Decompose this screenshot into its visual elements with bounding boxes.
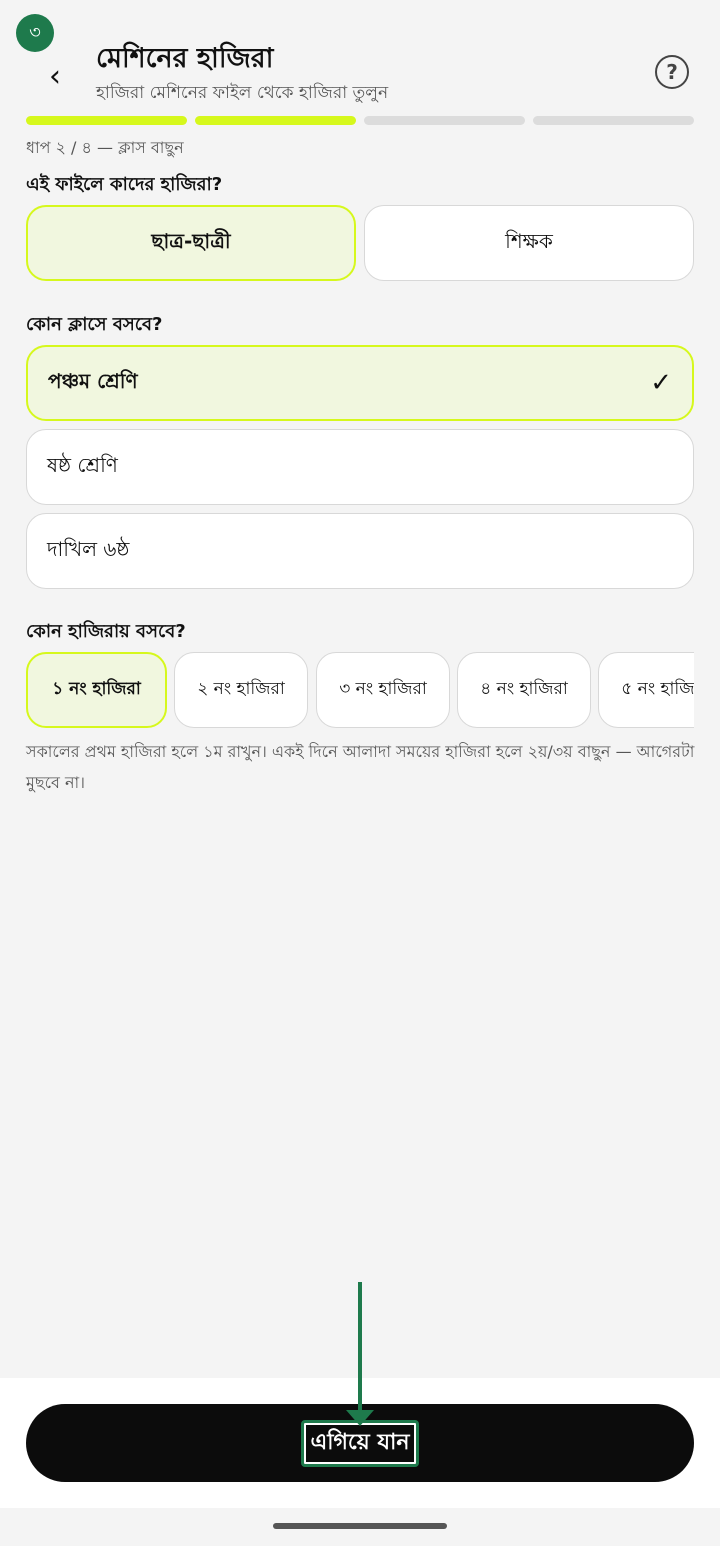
attendee-option-teachers[interactable]: শিক্ষক bbox=[364, 205, 694, 281]
shift-hint-text: সকালের প্রথম হাজিরা হলে ১ম রাখুন। একই দি… bbox=[26, 742, 695, 792]
class-option-label: দাখিল ৬ষ্ঠ bbox=[47, 536, 130, 561]
pointer-arrow-line bbox=[358, 1282, 362, 1414]
progress-segment-3 bbox=[364, 116, 525, 125]
class-option-label: পঞ্চম শ্রেণি bbox=[48, 368, 138, 393]
shift-chip-3[interactable]: ৩ নং হাজিরা bbox=[316, 652, 450, 728]
back-chevron-icon[interactable]: ‹ bbox=[40, 58, 70, 94]
shift-chip-4[interactable]: ৪ নং হাজিরা bbox=[457, 652, 591, 728]
attendee-question: এই ফাইলে কাদের হাজিরা? bbox=[26, 174, 223, 195]
shift-chip-row[interactable]: ১ নং হাজিরা ২ নং হাজিরা ৩ নং হাজিরা ৪ নং… bbox=[26, 652, 694, 730]
class-option-2[interactable]: ষষ্ঠ শ্রেণি bbox=[26, 429, 694, 505]
progress-segment-1 bbox=[26, 116, 187, 125]
step-progress-bar bbox=[26, 116, 694, 125]
class-question: কোন ক্লাসে বসবে? bbox=[26, 314, 163, 335]
class-option-3[interactable]: দাখিল ৬ষ্ঠ bbox=[26, 513, 694, 589]
step-badge: ৩ bbox=[16, 14, 54, 52]
shift-chip-1[interactable]: ১ নং হাজিরা bbox=[26, 652, 167, 728]
help-question-icon[interactable]: ? bbox=[655, 55, 689, 89]
pointer-arrow-head-icon bbox=[346, 1410, 374, 1426]
page-subtitle: হাজিরা মেশিনের ফাইল থেকে হাজিরা তুলুন bbox=[96, 83, 389, 103]
shift-chip-2[interactable]: ২ নং হাজিরা bbox=[174, 652, 308, 728]
shift-question: কোন হাজিরায় বসবে? bbox=[26, 621, 186, 642]
class-option-label: ষষ্ঠ শ্রেণি bbox=[47, 452, 118, 477]
class-option-1[interactable]: পঞ্চম শ্রেণি ✓ bbox=[26, 345, 694, 421]
progress-segment-2 bbox=[195, 116, 356, 125]
step-label: ধাপ ২ / ৪ — ক্লাস বাছুন bbox=[26, 138, 184, 157]
next-button-label: এগিয়ে যান bbox=[301, 1419, 419, 1467]
home-indicator[interactable] bbox=[273, 1523, 447, 1529]
page-title: মেশিনের হাজিরা bbox=[96, 43, 274, 74]
shift-chip-5[interactable]: ৫ নং হাজিরা bbox=[598, 652, 694, 728]
check-icon: ✓ bbox=[650, 368, 672, 398]
attendee-option-students[interactable]: ছাত্র-ছাত্রী bbox=[26, 205, 356, 281]
progress-segment-4 bbox=[533, 116, 694, 125]
